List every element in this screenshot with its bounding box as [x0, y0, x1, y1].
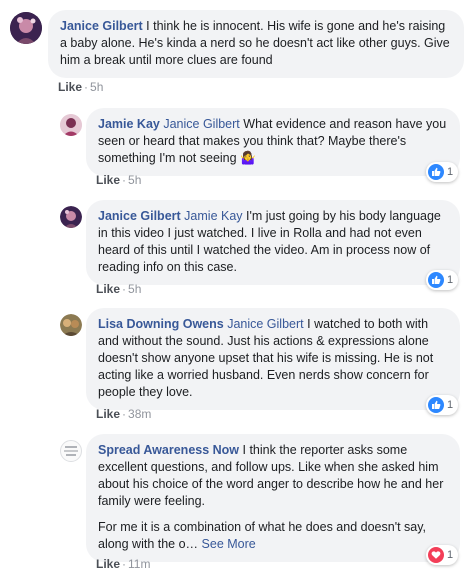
reaction-summary[interactable]: 1	[426, 545, 459, 565]
avatar[interactable]	[60, 114, 82, 136]
comment-bubble: Janice Gilbert Jamie Kay I'm just going …	[86, 200, 460, 285]
reaction-summary[interactable]: 1	[426, 395, 459, 415]
comment-author[interactable]: Janice Gilbert	[98, 209, 181, 223]
like-button[interactable]: Like	[96, 557, 120, 571]
avatar[interactable]	[10, 12, 42, 44]
comment-bubble: Janice Gilbert I think he is innocent. H…	[48, 10, 464, 78]
timestamp[interactable]: 38m	[128, 407, 151, 421]
comment-author[interactable]: Spread Awareness Now	[98, 443, 239, 457]
like-button[interactable]: Like	[96, 407, 120, 421]
comment-author[interactable]: Janice Gilbert	[60, 19, 143, 33]
comment-actions: Like · 5h	[58, 80, 104, 94]
profile-photo-icon	[60, 314, 82, 336]
like-button[interactable]: Like	[96, 173, 120, 187]
comment-bubble: Jamie Kay Janice Gilbert What evidence a…	[86, 108, 460, 176]
like-button[interactable]: Like	[58, 80, 82, 94]
profile-photo-icon	[60, 206, 82, 228]
timestamp[interactable]: 5h	[90, 80, 103, 94]
mention-link[interactable]: Jamie Kay	[184, 209, 242, 223]
comment-author[interactable]: Lisa Downing Owens	[98, 317, 224, 331]
mention-link[interactable]: Janice Gilbert	[227, 317, 303, 331]
comment-actions: Like · 5h	[96, 173, 142, 187]
reaction-count: 1	[447, 549, 454, 561]
heart-icon	[428, 547, 444, 563]
comment-actions: Like · 5h	[96, 282, 142, 296]
reaction-count: 1	[447, 399, 454, 411]
see-more-link[interactable]: See More	[202, 537, 256, 551]
reaction-summary[interactable]: 1	[426, 270, 459, 290]
comment-text-continued: For me it is a combination of what he do…	[98, 520, 427, 551]
avatar[interactable]	[60, 314, 82, 336]
reaction-summary[interactable]: 1	[426, 162, 459, 182]
mention-link[interactable]: Janice Gilbert	[163, 117, 239, 131]
thumbs-up-icon	[428, 164, 444, 180]
avatar[interactable]	[60, 440, 82, 462]
thumbs-up-icon	[428, 397, 444, 413]
profile-photo-icon	[64, 446, 78, 456]
comment-author[interactable]: Jamie Kay	[98, 117, 160, 131]
like-button[interactable]: Like	[96, 282, 120, 296]
comment-bubble: Lisa Downing Owens Janice Gilbert I watc…	[86, 308, 460, 410]
comment-actions: Like · 38m	[96, 407, 152, 421]
reaction-count: 1	[447, 166, 454, 178]
profile-photo-icon	[60, 114, 82, 136]
timestamp[interactable]: 5h	[128, 282, 141, 296]
avatar[interactable]	[60, 206, 82, 228]
comment-actions: Like · 11m	[96, 557, 151, 571]
timestamp[interactable]: 11m	[128, 557, 150, 571]
profile-photo-icon	[10, 12, 42, 44]
thumbs-up-icon	[428, 272, 444, 288]
timestamp[interactable]: 5h	[128, 173, 141, 187]
comment-bubble: Spread Awareness Now I think the reporte…	[86, 434, 460, 562]
reaction-count: 1	[447, 274, 454, 286]
